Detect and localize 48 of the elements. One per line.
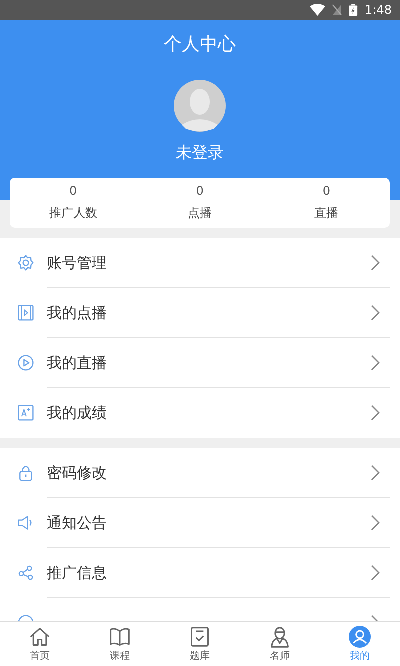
stat-label: 推广人数	[49, 205, 98, 222]
battery-icon	[349, 4, 358, 16]
menu-item[interactable]: 我的点播	[0, 288, 400, 338]
menu-label: 推广信息	[47, 564, 108, 582]
chevron-right-icon	[371, 355, 380, 371]
chevron-right-icon	[371, 565, 380, 581]
menu-item[interactable]: 密码修改	[0, 448, 400, 498]
no-signal-icon	[332, 4, 342, 16]
menu-item[interactable]: 我的成绩	[0, 388, 400, 438]
chevron-right-icon	[371, 465, 380, 481]
menu-label: 密码修改	[47, 464, 108, 482]
avatar-icon[interactable]	[174, 80, 226, 132]
menu-label: 我的成绩	[47, 404, 108, 422]
checklist-icon	[189, 626, 211, 648]
home-icon	[29, 626, 51, 648]
gear-icon	[17, 254, 35, 272]
person-icon	[269, 626, 291, 648]
lock-icon	[17, 464, 35, 482]
menu-item[interactable]: 推广信息	[0, 548, 400, 598]
stat-label: 点播	[188, 205, 212, 222]
grade-icon	[17, 404, 35, 422]
menu-label: 我的直播	[47, 354, 108, 372]
chevron-right-icon	[371, 405, 380, 421]
menu-label: 账号管理	[47, 254, 108, 272]
stat-label: 直播	[314, 205, 339, 222]
chevron-right-icon	[371, 515, 380, 531]
chevron-right-icon	[371, 305, 380, 321]
stat-value: 0	[196, 184, 204, 198]
user-icon	[349, 626, 371, 648]
tab[interactable]: 课程	[80, 622, 160, 666]
book-icon	[109, 626, 131, 648]
chevron-right-icon	[371, 255, 380, 271]
tab[interactable]: 首页	[0, 622, 80, 666]
stat-value: 0	[70, 184, 78, 198]
play-icon	[17, 354, 35, 372]
status-time: 1:48	[365, 3, 392, 17]
menu-item[interactable]: 账号管理	[0, 238, 400, 288]
share-icon	[17, 564, 35, 582]
wifi-icon	[310, 4, 326, 16]
stat-value: 0	[322, 184, 330, 198]
menu-label: 我的点播	[47, 304, 108, 322]
tab[interactable]: 名师	[240, 622, 320, 666]
menu-label: 通知公告	[47, 514, 108, 532]
menu-item[interactable]: 我的直播	[0, 338, 400, 388]
video-icon	[17, 304, 35, 322]
tab[interactable]: 题库	[160, 622, 240, 666]
menu-item[interactable]: 通知公告	[0, 498, 400, 548]
page-title: 个人中心	[164, 33, 236, 56]
